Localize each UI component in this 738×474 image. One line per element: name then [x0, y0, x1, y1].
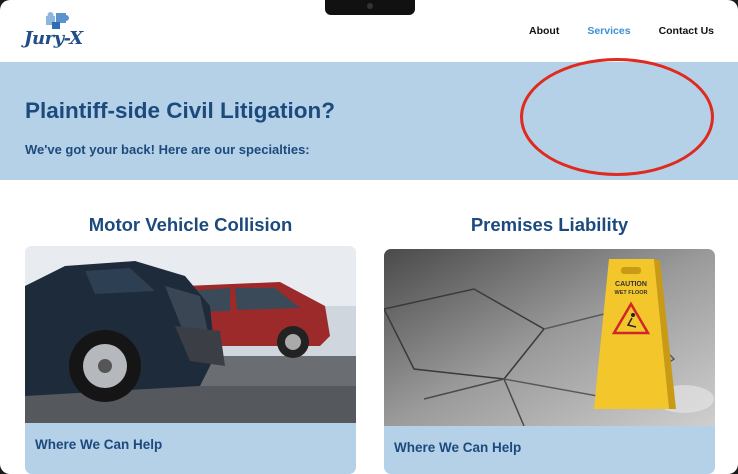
- help-section: Where We Can Help: [384, 426, 715, 474]
- nav-contact-us[interactable]: Contact Us: [659, 25, 714, 37]
- camera-notch: [325, 0, 415, 15]
- red-circle-annotation: [520, 58, 714, 176]
- caution-text: CAUTION: [615, 281, 647, 288]
- wet-floor-image: CAUTION WET FLOOR: [384, 249, 715, 426]
- service-card-motor-vehicle[interactable]: Where We Can Help: [25, 246, 356, 474]
- hero-title: Plaintiff-side Civil Litigation?: [25, 98, 336, 123]
- site-logo[interactable]: Jury-X: [24, 11, 86, 51]
- camera-dot: [367, 3, 373, 9]
- car-crash-image: [25, 246, 356, 423]
- nav-about[interactable]: About: [529, 25, 559, 37]
- where-we-can-help-label: Where We Can Help: [35, 437, 163, 452]
- service-card-premises-liability[interactable]: CAUTION WET FLOOR Where We Can Help: [384, 249, 715, 474]
- nav-services[interactable]: Services: [587, 25, 630, 37]
- logo-text: Jury-X: [24, 28, 83, 49]
- help-section: Where We Can Help: [25, 423, 356, 474]
- browser-viewport: Jury-X About Services Contact Us Plainti…: [0, 0, 738, 474]
- where-we-can-help-label: Where We Can Help: [394, 440, 522, 455]
- hero-subtitle: We've got your back! Here are our specia…: [25, 142, 310, 157]
- service-title-premises-liability: Premises Liability: [470, 214, 629, 235]
- main-nav: About Services Contact Us: [529, 25, 714, 37]
- service-title-motor-vehicle: Motor Vehicle Collision: [88, 214, 293, 235]
- wet-floor-text: WET FLOOR: [615, 290, 648, 296]
